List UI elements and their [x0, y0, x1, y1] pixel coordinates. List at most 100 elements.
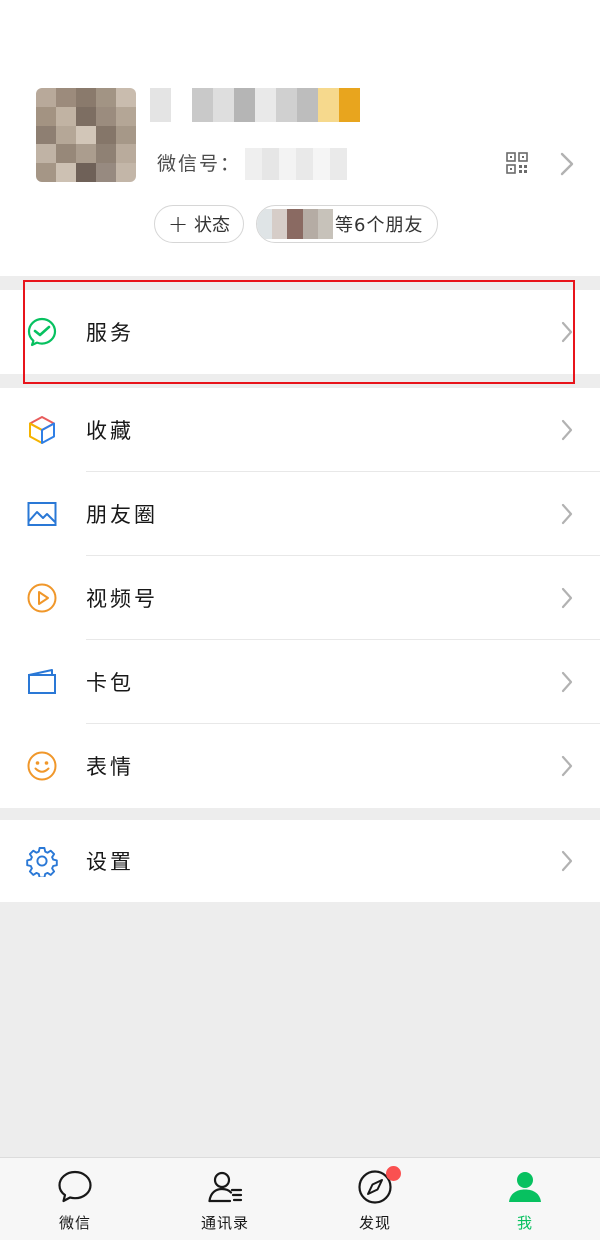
wechat-id-pixel [313, 148, 330, 180]
avatar-pixel [76, 88, 96, 107]
avatar-pixel [36, 88, 56, 107]
friends-status-pill[interactable]: 等6个朋友 [256, 205, 438, 243]
nickname-pixel [297, 88, 318, 122]
menu-item-stickers[interactable]: 表情 [0, 724, 600, 808]
chevron-right-icon [561, 419, 573, 441]
wechat-id-pixel [330, 148, 347, 180]
menu-item-moments[interactable]: 朋友圈 [0, 472, 600, 556]
avatar-pixel [96, 88, 116, 107]
add-status-button[interactable]: + 状态 [154, 205, 244, 243]
tab-chats[interactable]: 微信 [0, 1158, 150, 1240]
avatar[interactable] [36, 88, 136, 182]
friend-avatar-pixel [257, 209, 273, 239]
nickname-pixel [150, 88, 171, 122]
avatar-pixel [76, 125, 96, 145]
contacts-icon [208, 1171, 243, 1203]
settings-icon [26, 847, 58, 877]
card-wallet-icon [28, 669, 56, 694]
me-icon [509, 1172, 541, 1202]
tab-discover[interactable]: 发现 [300, 1158, 450, 1240]
avatar-pixel [76, 144, 96, 164]
friend-avatar-pixel [272, 209, 288, 239]
friend-avatar-pixel [302, 209, 318, 239]
avatar-pixel [96, 163, 116, 182]
tab-label: 通讯录 [200, 1214, 249, 1232]
avatar-pixel [116, 88, 136, 107]
nickname-pixel [276, 88, 297, 122]
main-menu-section: 收藏 朋友圈 视频号 卡包 表情 [0, 388, 600, 808]
avatar-pixel [76, 106, 96, 126]
chevron-right-icon [561, 850, 573, 872]
avatar-pixel [116, 163, 136, 182]
service-icon [27, 317, 57, 347]
wechat-id-label: 微信号： [157, 153, 242, 175]
friend-avatar-pixel [317, 209, 333, 239]
stickers-icon [27, 751, 57, 781]
chevron-right-icon [561, 321, 573, 343]
wechat-id-pixel [245, 148, 262, 180]
tab-label: 我 [516, 1214, 533, 1232]
friend-avatar-pixel [287, 209, 303, 239]
menu-item-label: 朋友圈 [86, 503, 158, 527]
avatar-pixel [116, 144, 136, 164]
chevron-right-icon[interactable] [556, 150, 576, 178]
chevron-right-icon [561, 587, 573, 609]
plus-icon: + [167, 210, 189, 238]
menu-item-label: 服务 [86, 321, 134, 345]
notification-badge [386, 1166, 401, 1181]
avatar-pixel [56, 163, 76, 182]
channels-icon [27, 583, 57, 613]
nickname-pixel [213, 88, 234, 122]
menu-item-channels[interactable]: 视频号 [0, 556, 600, 640]
me-page: 微信号： + 状态 等6个朋友 服务 收藏 朋友圈 视频号 卡包 表情 设置 微… [0, 0, 600, 1240]
moments-icon [27, 502, 57, 526]
wechat-id-pixel [296, 148, 313, 180]
bottom-tab-bar: 微信 通讯录 发现 我 [0, 1157, 600, 1240]
tab-label: 微信 [58, 1214, 91, 1232]
chevron-right-icon [561, 755, 573, 777]
avatar-pixel [36, 106, 56, 126]
wechat-id-pixel [262, 148, 279, 180]
tab-me[interactable]: 我 [450, 1158, 600, 1240]
avatar-pixel [96, 106, 116, 126]
avatar-pixel [96, 125, 116, 145]
nickname-pixel [318, 88, 339, 122]
avatar-pixel [116, 125, 136, 145]
nickname-pixel [339, 88, 360, 122]
menu-item-settings[interactable]: 设置 [0, 820, 600, 902]
menu-item-label: 视频号 [86, 587, 158, 611]
status-button-label: 状态 [194, 215, 231, 236]
menu-item-service[interactable]: 服务 [0, 290, 600, 374]
chevron-right-icon [561, 671, 573, 693]
avatar-pixel [56, 88, 76, 107]
nickname-pixel [192, 88, 213, 122]
nickname-pixel [255, 88, 276, 122]
menu-item-label: 设置 [86, 850, 134, 874]
favorites-icon [29, 416, 55, 444]
avatar-pixel [36, 125, 56, 145]
friend-avatars [257, 209, 333, 239]
avatar-pixel [36, 163, 56, 182]
settings-section: 设置 [0, 820, 600, 902]
tab-label: 发现 [358, 1214, 391, 1232]
avatar-pixel [96, 144, 116, 164]
avatar-pixel [116, 106, 136, 126]
friends-status-text: 等6个朋友 [335, 215, 424, 236]
service-section: 服务 [0, 290, 600, 374]
avatar-pixel [36, 144, 56, 164]
wechat-id-pixel [279, 148, 296, 180]
chat-icon [58, 1170, 92, 1203]
menu-item-label: 收藏 [86, 419, 134, 443]
nickname-pixel [234, 88, 255, 122]
menu-item-label: 表情 [86, 755, 134, 779]
tab-contacts[interactable]: 通讯录 [150, 1158, 300, 1240]
avatar-pixel [56, 125, 76, 145]
menu-item-label: 卡包 [86, 671, 134, 695]
menu-item-favorites[interactable]: 收藏 [0, 388, 600, 472]
avatar-pixel [56, 144, 76, 164]
profile-header[interactable]: 微信号： + 状态 等6个朋友 [0, 0, 600, 276]
menu-item-card-wallet[interactable]: 卡包 [0, 640, 600, 724]
nickname [150, 88, 360, 122]
qr-code-icon[interactable] [505, 151, 529, 175]
nickname-pixel [171, 88, 192, 122]
